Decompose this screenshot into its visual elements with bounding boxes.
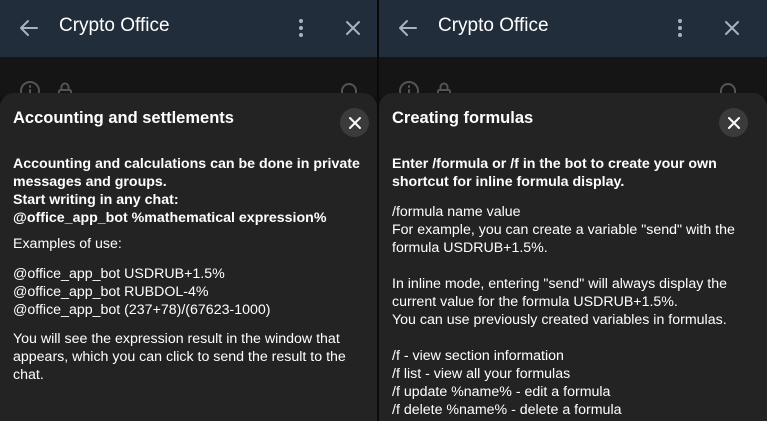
examples-label: Examples of use: xyxy=(13,236,122,252)
command-line: /f delete %name% - delete a formula xyxy=(392,402,622,418)
usage-syntax: @office_app_bot %mathematical expression… xyxy=(13,210,327,226)
sheet-content: Enter /formula or /f in the bot to creat… xyxy=(392,155,755,419)
example-line: @office_app_bot RUBDOL-4% xyxy=(13,284,209,300)
command-line: /f update %name% - edit a formula xyxy=(392,384,611,400)
close-icon xyxy=(725,21,739,35)
instruction-text: Start writing in any chat: xyxy=(13,192,179,208)
header-title: Crypto Office xyxy=(438,15,549,36)
arrow-left-icon xyxy=(399,20,417,36)
sheet-title: Creating formulas xyxy=(392,109,534,127)
intro-text: Accounting and calculations can be done … xyxy=(13,156,360,190)
chat-header: Crypto Office xyxy=(0,0,377,57)
command-line: /f - view section information xyxy=(392,348,564,364)
close-window-button[interactable] xyxy=(720,16,744,40)
result-text: You will see the expression result in th… xyxy=(13,331,346,383)
back-button[interactable] xyxy=(396,16,420,40)
example-line: @office_app_bot USDRUB+1.5% xyxy=(13,266,225,282)
syntax-text: /formula name value xyxy=(392,204,521,220)
command-line: /f list - view all your formulas xyxy=(392,366,571,382)
intro-text: Enter /formula or /f in the bot to creat… xyxy=(392,156,717,190)
close-window-button[interactable] xyxy=(341,16,365,40)
arrow-left-icon xyxy=(20,20,38,36)
chat-header: Crypto Office xyxy=(379,0,767,57)
info-sheet: Accounting and settlements Accounting an… xyxy=(0,93,377,421)
inline-text: In inline mode, entering "send" will alw… xyxy=(392,276,727,310)
back-button[interactable] xyxy=(17,16,41,40)
background-toolbar xyxy=(0,57,377,101)
left-pane: Crypto Office Accounting and settlements… xyxy=(0,0,377,421)
info-sheet: Creating formulas Enter /formula or /f i… xyxy=(379,93,767,421)
close-icon xyxy=(348,116,361,129)
sheet-content: Accounting and calculations can be done … xyxy=(13,155,365,384)
menu-button[interactable] xyxy=(668,16,692,40)
variables-text: You can use previously created variables… xyxy=(392,312,727,328)
close-icon xyxy=(346,21,360,35)
header-title: Crypto Office xyxy=(59,15,170,36)
sheet-close-button[interactable] xyxy=(719,108,748,137)
more-vertical-icon xyxy=(299,19,303,37)
example-line: @office_app_bot (237+78)/(67623-1000) xyxy=(13,302,271,318)
close-icon xyxy=(727,116,740,129)
sheet-title: Accounting and settlements xyxy=(13,109,234,127)
more-vertical-icon xyxy=(678,19,682,37)
right-pane: Crypto Office Creating formulas Enter /f… xyxy=(379,0,767,421)
background-toolbar xyxy=(379,57,767,101)
example-text: For example, you can create a variable "… xyxy=(392,222,735,256)
menu-button[interactable] xyxy=(289,16,313,40)
sheet-close-button[interactable] xyxy=(340,108,369,137)
